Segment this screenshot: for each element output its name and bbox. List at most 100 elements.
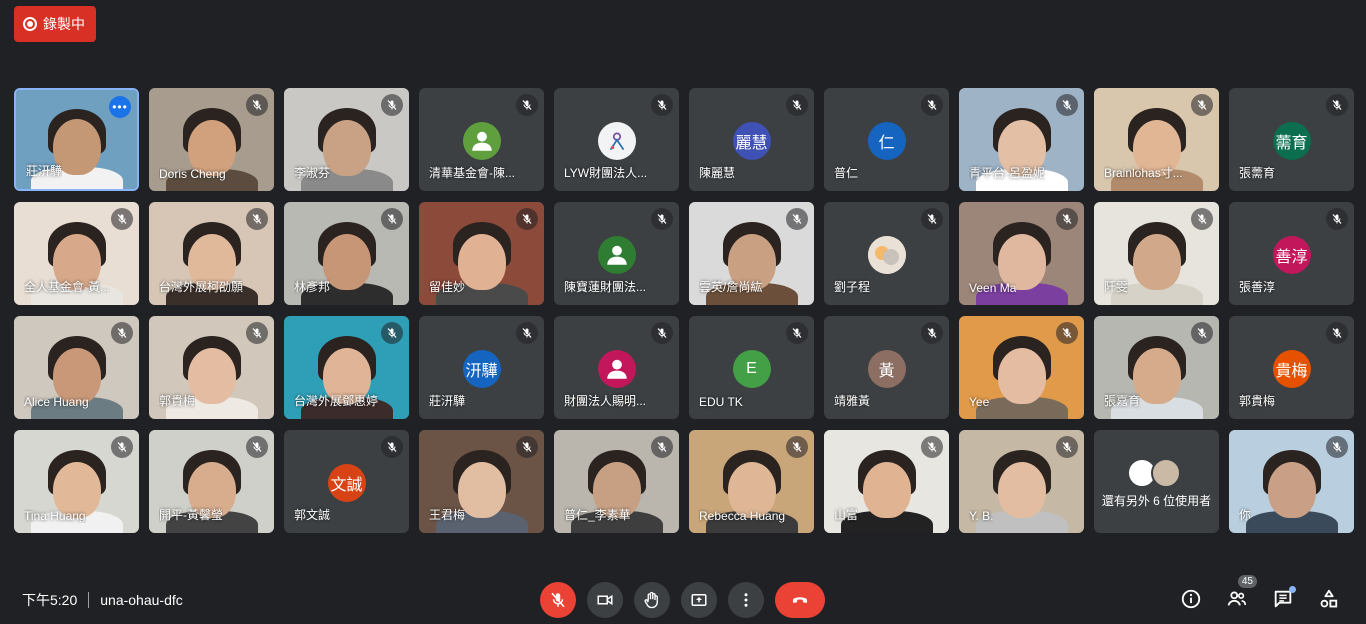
participant-tile[interactable]: 全人基金會-黃... bbox=[14, 202, 139, 305]
participant-face bbox=[997, 347, 1046, 404]
raise-hand-button[interactable] bbox=[634, 582, 670, 618]
participant-name: 清華基金會-陳... bbox=[429, 166, 515, 180]
default-avatar-icon bbox=[597, 236, 636, 274]
participant-name: Yee bbox=[969, 395, 990, 409]
participant-tile[interactable]: 雲英/詹尚紘 bbox=[689, 202, 814, 305]
recording-badge[interactable]: 錄製中 bbox=[14, 6, 96, 42]
mic-off-icon bbox=[1326, 436, 1348, 458]
org-logo-icon bbox=[597, 122, 636, 160]
mic-off-icon bbox=[651, 94, 673, 116]
participant-tile[interactable]: Tina Huang bbox=[14, 430, 139, 533]
activities-button[interactable] bbox=[1318, 588, 1340, 610]
participant-name: LYW財團法人... bbox=[564, 166, 648, 180]
participant-name: 張善淳 bbox=[1239, 280, 1276, 294]
camera-toggle-button[interactable] bbox=[587, 582, 623, 618]
participant-name: 張嘉育 bbox=[1104, 394, 1141, 408]
participant-tile[interactable]: Brainlohas寸... bbox=[1094, 88, 1219, 191]
mic-off-icon bbox=[381, 436, 403, 458]
participant-name: Doris Cheng bbox=[159, 167, 226, 181]
participant-tile[interactable]: 貴梅 郭貴梅 bbox=[1229, 316, 1354, 419]
mic-off-icon bbox=[111, 208, 133, 230]
mic-off-icon bbox=[921, 322, 943, 344]
call-end-icon bbox=[792, 597, 808, 603]
participant-name: 林彥邦 bbox=[294, 280, 331, 294]
more-vert-icon bbox=[744, 593, 748, 607]
profile-photo-avatar bbox=[867, 236, 906, 274]
participant-tile[interactable]: 黃靖雅黃 bbox=[824, 316, 949, 419]
participant-name: 普仁_李素華 bbox=[564, 508, 631, 522]
leave-call-button[interactable] bbox=[775, 582, 825, 618]
participant-tile[interactable]: 普仁_李素華 bbox=[554, 430, 679, 533]
participant-tile[interactable]: ••• 莊汧驊 bbox=[14, 88, 139, 191]
participant-tile[interactable]: 李淑芬 bbox=[284, 88, 409, 191]
participant-tile[interactable]: E EDU TK bbox=[689, 316, 814, 419]
more-participants-label: 還有另外 6 位使用者 bbox=[1101, 494, 1212, 508]
more-options-button[interactable] bbox=[728, 582, 764, 618]
participant-tile[interactable]: 仁普仁 bbox=[824, 88, 949, 191]
participant-tile[interactable]: 青平台-呂盈妮 bbox=[959, 88, 1084, 191]
mic-off-icon bbox=[516, 322, 538, 344]
participant-tile[interactable]: 你 bbox=[1229, 430, 1354, 533]
recording-label: 錄製中 bbox=[43, 16, 85, 32]
participant-tile[interactable]: 清華基金會-陳... bbox=[419, 88, 544, 191]
divider bbox=[88, 592, 90, 608]
participant-tile[interactable]: 財團法人賜明... bbox=[554, 316, 679, 419]
participant-name: 台灣外展柯劭願 bbox=[159, 280, 244, 294]
participant-tile[interactable]: 阡雯 bbox=[1094, 202, 1219, 305]
mic-off-icon bbox=[111, 322, 133, 344]
initials-avatar: 仁 bbox=[867, 122, 906, 160]
participant-tile[interactable]: 郭貴梅 bbox=[149, 316, 274, 419]
participant-name: 留佳妙 bbox=[429, 280, 466, 294]
participant-count-badge: 45 bbox=[1237, 575, 1257, 588]
chat-button[interactable] bbox=[1272, 586, 1296, 610]
initials-avatar: 文誠 bbox=[327, 464, 366, 502]
mic-toggle-button[interactable] bbox=[540, 582, 576, 618]
participant-name: 莊汧驊 bbox=[429, 394, 466, 408]
participant-name: 台灣外展鄧惠婷 bbox=[294, 394, 379, 408]
participant-name: Rebecca Huang bbox=[699, 509, 786, 523]
participant-tile[interactable]: Rebecca Huang bbox=[689, 430, 814, 533]
participant-tile[interactable]: Veen Ma bbox=[959, 202, 1084, 305]
participant-tile[interactable]: 王君梅 bbox=[419, 430, 544, 533]
participant-tile[interactable]: 薷育 張薷育 bbox=[1229, 88, 1354, 191]
avatar-stack bbox=[1126, 458, 1181, 488]
participant-tile[interactable]: Alice Huang bbox=[14, 316, 139, 419]
tile-more-options-icon[interactable]: ••• bbox=[109, 96, 131, 118]
participant-tile[interactable]: 文誠 郭文誠 bbox=[284, 430, 409, 533]
participant-tile[interactable]: Y. B. bbox=[959, 430, 1084, 533]
participant-name: 郭貴梅 bbox=[1239, 394, 1276, 408]
meeting-info-button[interactable] bbox=[1180, 588, 1202, 610]
default-avatar-icon bbox=[462, 122, 501, 160]
info-icon bbox=[1181, 589, 1201, 609]
participant-tile[interactable]: 張嘉育 bbox=[1094, 316, 1219, 419]
initials-avatar: 汧驊 bbox=[462, 350, 501, 388]
participant-tile[interactable]: Yee bbox=[959, 316, 1084, 419]
participant-tile[interactable]: 林彥邦 bbox=[284, 202, 409, 305]
participant-tile[interactable]: 山富 bbox=[824, 430, 949, 533]
participant-tile[interactable]: 汧驊莊汧驊 bbox=[419, 316, 544, 419]
participant-tile[interactable]: 善淳 張善淳 bbox=[1229, 202, 1354, 305]
mic-off-icon bbox=[1056, 322, 1078, 344]
participant-tile[interactable]: 陳寶蓮財團法... bbox=[554, 202, 679, 305]
mic-off-icon bbox=[246, 322, 268, 344]
mic-off-icon bbox=[921, 94, 943, 116]
participant-tile[interactable]: 麗慧 陳麗慧 bbox=[689, 88, 814, 191]
meeting-code[interactable]: una-ohau-dfc bbox=[100, 592, 183, 608]
participant-tile[interactable]: 台灣外展鄧惠婷 bbox=[284, 316, 409, 419]
mic-off-icon bbox=[111, 436, 133, 458]
present-screen-button[interactable] bbox=[681, 582, 717, 618]
participant-tile[interactable]: 台灣外展柯劭願 bbox=[149, 202, 274, 305]
mic-off-icon bbox=[1056, 94, 1078, 116]
avatar bbox=[1150, 458, 1181, 488]
participant-tile[interactable]: Doris Cheng bbox=[149, 88, 274, 191]
more-participants-tile[interactable]: 還有另外 6 位使用者 bbox=[1094, 430, 1219, 533]
participant-tile[interactable]: 劉子程 bbox=[824, 202, 949, 305]
people-button[interactable]: 45 bbox=[1226, 575, 1257, 610]
participant-tile[interactable]: 開平-黃馨瑩 bbox=[149, 430, 274, 533]
participant-tile[interactable]: LYW財團法人... bbox=[554, 88, 679, 191]
initials-avatar: 薷育 bbox=[1272, 122, 1311, 160]
participant-name: 青平台-呂盈妮 bbox=[969, 166, 1045, 180]
participant-tile[interactable]: 留佳妙 bbox=[419, 202, 544, 305]
present-screen-icon bbox=[691, 594, 707, 606]
call-controls bbox=[540, 582, 825, 618]
